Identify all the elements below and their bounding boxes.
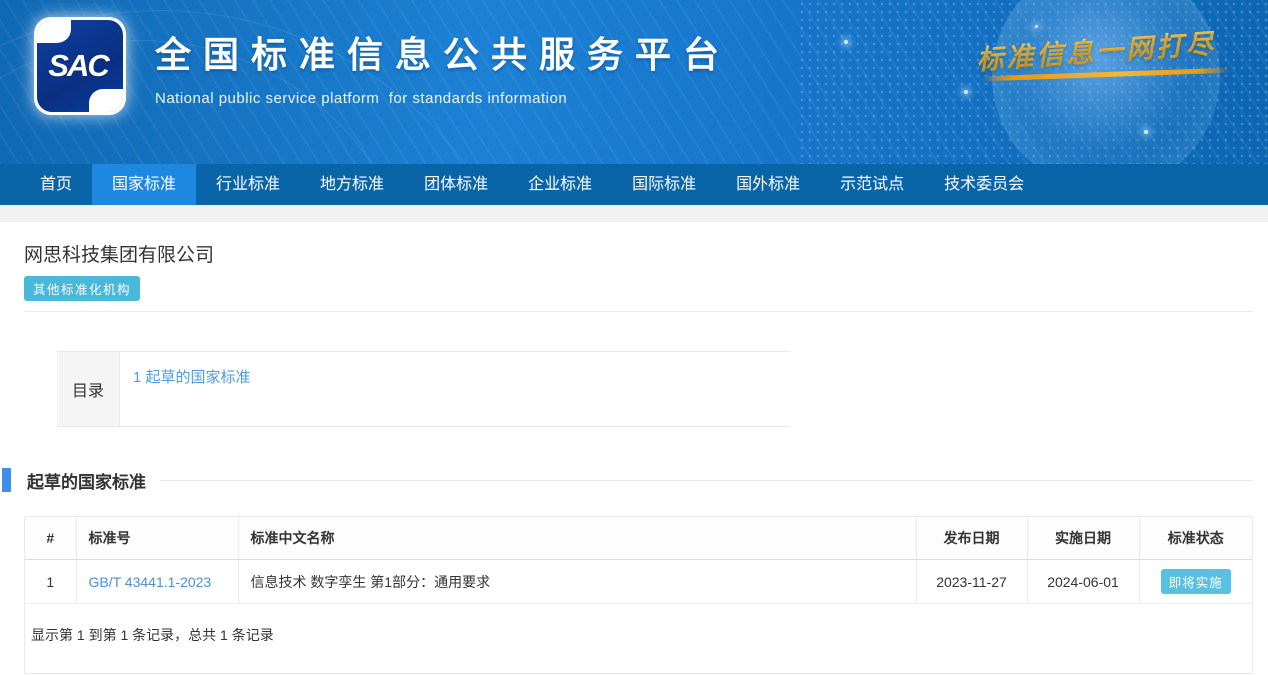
section-header: 起草的国家标准 — [2, 468, 1268, 492]
org-type-badge: 其他标准化机构 — [24, 276, 140, 301]
site-subtitle: National public service platform for sta… — [155, 90, 731, 107]
cell-name-cn: 信息技术 数字孪生 第1部分：通用要求 — [238, 560, 916, 604]
cell-index: 1 — [25, 560, 76, 604]
table-header-row: # 标准号 标准中文名称 发布日期 实施日期 标准状态 — [25, 517, 1252, 560]
section-accent-bar — [2, 468, 11, 492]
toc-link-drafted-standards[interactable]: 1 起草的国家标准 — [133, 369, 251, 386]
nav-item-foreign-standards[interactable]: 国外标准 — [716, 164, 820, 205]
standard-no-link[interactable]: GB/T 43441.1-2023 — [89, 574, 212, 590]
sparkle-dot — [964, 90, 968, 94]
status-badge: 即将实施 — [1161, 569, 1231, 594]
main-nav: 首页 国家标准 行业标准 地方标准 团体标准 企业标准 国际标准 国外标准 示范… — [0, 164, 1268, 205]
sac-logo-text: SAC — [34, 17, 126, 115]
toc-links: 1 起草的国家标准 — [120, 352, 790, 426]
column-header-publish-date: 发布日期 — [916, 517, 1027, 560]
nav-item-group-standards[interactable]: 团体标准 — [404, 164, 508, 205]
toc-box: 目录 1 起草的国家标准 — [57, 351, 790, 427]
main-content: 网思科技集团有限公司 其他标准化机构 目录 1 起草的国家标准 起草的国家标准 — [0, 240, 1268, 674]
table-row: 1 GB/T 43441.1-2023 信息技术 数字孪生 第1部分：通用要求 … — [25, 560, 1252, 604]
sparkle-dot — [1144, 130, 1148, 134]
sparkle-dot — [844, 40, 848, 44]
column-header-name-cn: 标准中文名称 — [238, 517, 916, 560]
nav-item-home[interactable]: 首页 — [20, 164, 92, 205]
column-header-status: 标准状态 — [1139, 517, 1252, 560]
section-title: 起草的国家标准 — [27, 468, 146, 493]
page: SAC 全国标准信息公共服务平台 National public service… — [0, 0, 1268, 675]
toc-label: 目录 — [57, 352, 120, 426]
sac-logo[interactable]: SAC — [34, 17, 126, 115]
column-header-index: # — [25, 517, 76, 560]
nav-item-local-standards[interactable]: 地方标准 — [300, 164, 404, 205]
nav-item-enterprise-standards[interactable]: 企业标准 — [508, 164, 612, 205]
records-info: 显示第 1 到第 1 条记录，总共 1 条记录 — [25, 604, 1252, 673]
cell-status: 即将实施 — [1139, 560, 1252, 604]
site-header: SAC 全国标准信息公共服务平台 National public service… — [0, 0, 1268, 164]
nav-item-industry-standards[interactable]: 行业标准 — [196, 164, 300, 205]
column-header-standard-no: 标准号 — [76, 517, 238, 560]
standards-table-panel: # 标准号 标准中文名称 发布日期 实施日期 标准状态 1 GB/T 43441… — [24, 516, 1253, 674]
cell-standard-no: GB/T 43441.1-2023 — [76, 560, 238, 604]
nav-item-technical-committee[interactable]: 技术委员会 — [924, 164, 1044, 205]
nav-item-international-standards[interactable]: 国际标准 — [612, 164, 716, 205]
title-block: 全国标准信息公共服务平台 National public service pla… — [155, 26, 731, 107]
section-rule-line — [160, 480, 1253, 481]
column-header-implement-date: 实施日期 — [1027, 517, 1139, 560]
background-strip — [0, 205, 1268, 222]
nav-item-national-standards[interactable]: 国家标准 — [92, 164, 196, 205]
cell-implement-date: 2024-06-01 — [1027, 560, 1139, 604]
standards-table: # 标准号 标准中文名称 发布日期 实施日期 标准状态 1 GB/T 43441… — [25, 517, 1252, 604]
nav-item-pilot-demo[interactable]: 示范试点 — [820, 164, 924, 205]
cell-publish-date: 2023-11-27 — [916, 560, 1027, 604]
company-name: 网思科技集团有限公司 — [24, 240, 1268, 267]
site-title: 全国标准信息公共服务平台 — [155, 26, 731, 78]
divider — [24, 311, 1253, 312]
sparkle-dot — [1035, 25, 1038, 28]
